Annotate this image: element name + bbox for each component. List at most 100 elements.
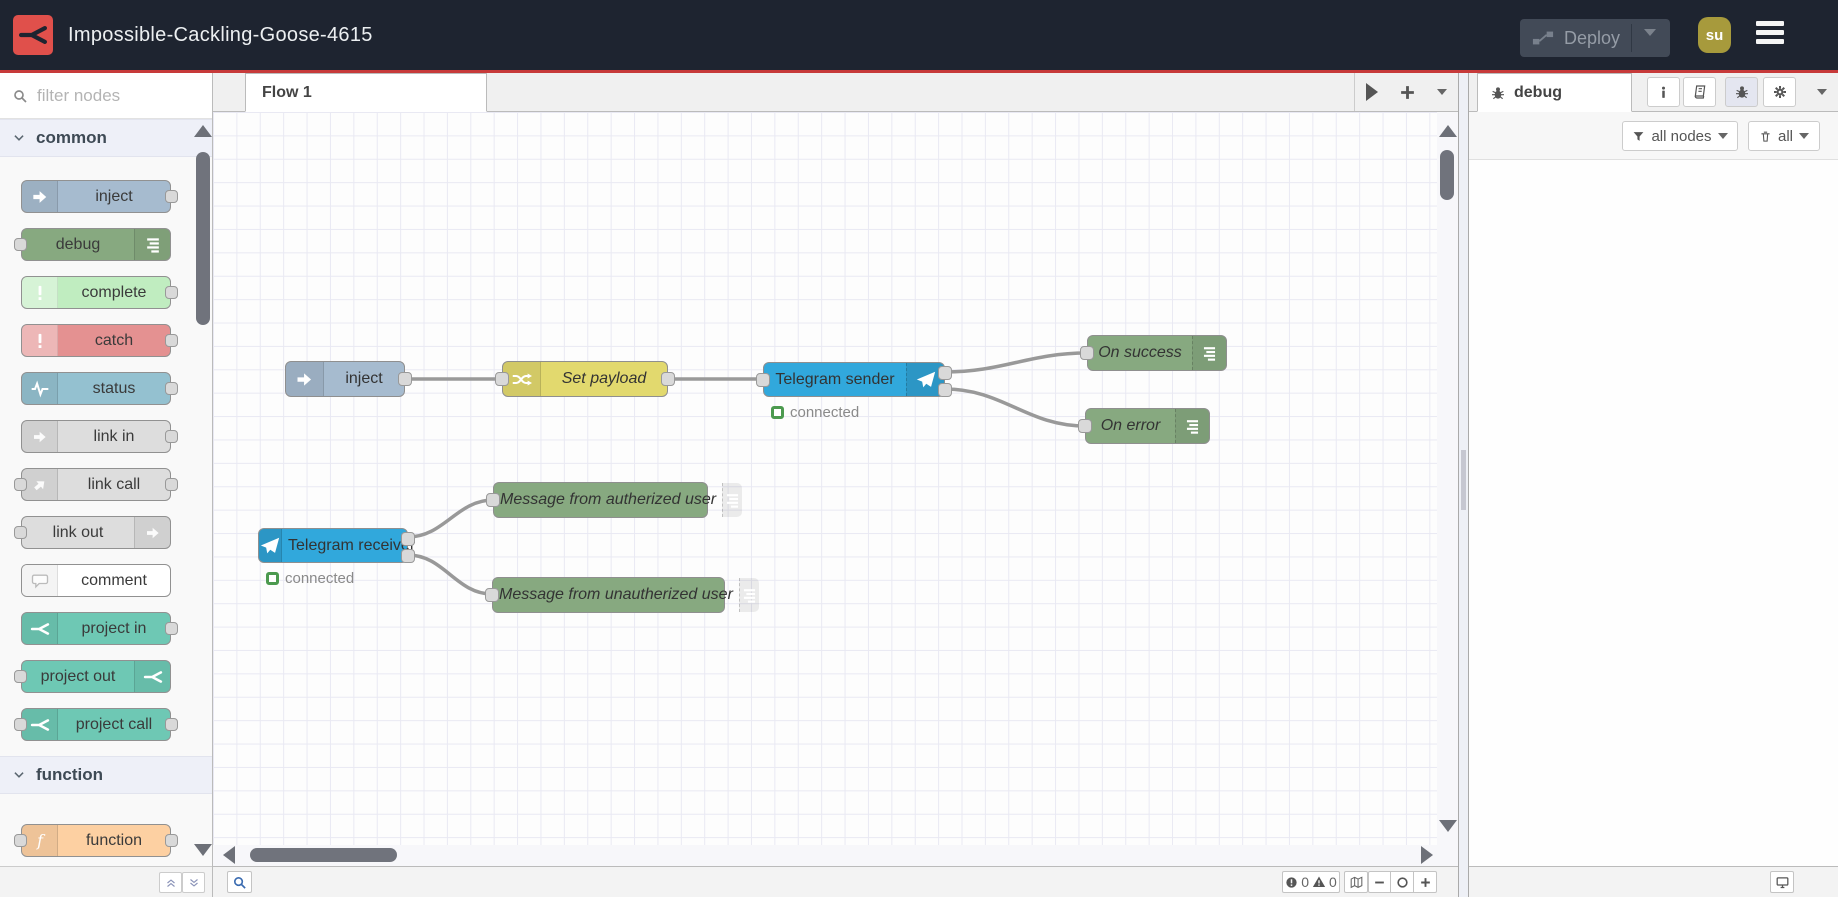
output-port[interactable]: [165, 833, 178, 847]
input-port[interactable]: [14, 833, 27, 847]
flow-list-button[interactable]: [1437, 89, 1448, 95]
flow-node-telegram-receiver[interactable]: Telegram receiver: [258, 528, 415, 563]
palette-node-inject[interactable]: inject: [21, 180, 178, 213]
sidebar-options-button[interactable]: [1817, 89, 1827, 95]
zoom-out-button[interactable]: [1368, 871, 1391, 893]
navigator-button[interactable]: [1344, 871, 1368, 893]
output-port[interactable]: [165, 621, 178, 635]
canvas-scroll-down-arrow[interactable]: [1439, 820, 1457, 832]
canvas-vscrollbar[interactable]: [1437, 112, 1458, 845]
canvas-scroll-left-arrow[interactable]: [223, 846, 235, 864]
input-port[interactable]: [14, 717, 27, 731]
output-port-success[interactable]: [938, 366, 952, 380]
output-port[interactable]: [165, 285, 178, 299]
splitter-grip[interactable]: [1461, 450, 1466, 510]
debug-clear-button[interactable]: all: [1748, 121, 1820, 151]
output-port[interactable]: [165, 717, 178, 731]
output-port[interactable]: [165, 333, 178, 347]
palette-node-comment[interactable]: comment: [21, 564, 171, 597]
tab-flow-1[interactable]: Flow 1: [245, 73, 487, 112]
flow-node-on-success[interactable]: On success: [1080, 335, 1256, 371]
palette-node-project-call[interactable]: project call: [14, 708, 178, 741]
debug-filter-button[interactable]: all nodes: [1622, 121, 1738, 151]
canvas-search-button[interactable]: [227, 871, 252, 893]
input-port[interactable]: [14, 525, 27, 539]
flow-node-telegram-sender[interactable]: Telegram sender: [756, 362, 952, 397]
output-port-error[interactable]: [938, 383, 952, 397]
input-port[interactable]: [1080, 346, 1094, 360]
add-flow-button[interactable]: [1399, 84, 1416, 101]
help-tab-button[interactable]: [1683, 77, 1716, 107]
palette-node-link-in[interactable]: link in: [21, 420, 178, 453]
palette-node-status[interactable]: status: [21, 372, 178, 405]
main-menu-button[interactable]: [1756, 21, 1784, 49]
user-avatar[interactable]: su: [1698, 17, 1731, 53]
output-port[interactable]: [165, 381, 178, 395]
flow-tab-label: Flow 1: [262, 83, 312, 101]
input-port[interactable]: [14, 237, 27, 251]
input-port[interactable]: [14, 669, 27, 683]
flow-node-msg-unauthorized[interactable]: Message from unautherized user: [485, 577, 759, 613]
node-red-logo-glyph: [19, 26, 47, 44]
input-port[interactable]: [14, 477, 27, 491]
input-port[interactable]: [1078, 419, 1092, 433]
flow-canvas[interactable]: inject Set payload Telegram sender conne…: [213, 112, 1458, 845]
palette-node-project-in[interactable]: project in: [21, 612, 178, 645]
palette-node-catch[interactable]: catch: [21, 324, 178, 357]
deploy-button[interactable]: Deploy: [1520, 19, 1670, 57]
palette-scroll-up-arrow[interactable]: [194, 125, 212, 137]
tab-debug[interactable]: debug: [1477, 73, 1632, 112]
collapse-categories-button[interactable]: [159, 872, 182, 893]
debug-tab-button[interactable]: [1725, 77, 1758, 107]
status-ok-icon: [771, 406, 784, 419]
input-port[interactable]: [495, 372, 509, 386]
flow-node-on-error[interactable]: On error: [1078, 408, 1239, 444]
debug-message-list[interactable]: [1469, 160, 1838, 866]
zoom-in-button[interactable]: [1414, 871, 1437, 893]
telegram-plane-icon: [259, 529, 282, 562]
output-port-auth[interactable]: [401, 532, 415, 546]
deploy-options-button[interactable]: [1644, 29, 1656, 54]
palette-footer: [0, 866, 212, 897]
scroll-tabs-right-button[interactable]: [1365, 83, 1378, 101]
output-port[interactable]: [165, 189, 178, 203]
flow-node-set-payload[interactable]: Set payload: [495, 361, 675, 397]
palette-filter-input[interactable]: [35, 84, 185, 107]
notification-counts[interactable]: 0 0: [1282, 871, 1340, 893]
palette-search[interactable]: [0, 73, 212, 119]
flow-node-msg-authorized[interactable]: Message from autherized user: [486, 482, 743, 518]
palette-node-debug[interactable]: debug: [14, 228, 171, 261]
palette-category-function[interactable]: function: [0, 756, 212, 794]
canvas-scroll-right-arrow[interactable]: [1421, 846, 1433, 864]
input-port[interactable]: [485, 588, 499, 602]
output-port[interactable]: [165, 429, 178, 443]
zoom-reset-button[interactable]: [1391, 871, 1414, 893]
sidebar-footer: [1469, 866, 1838, 897]
input-port[interactable]: [756, 372, 770, 387]
output-port[interactable]: [661, 372, 675, 386]
canvas-vscrollbar-thumb[interactable]: [1440, 150, 1454, 200]
palette-scroll-down-arrow[interactable]: [194, 844, 212, 856]
output-port[interactable]: [398, 372, 412, 386]
zoom-controls: [1368, 871, 1437, 893]
canvas-scroll-up-arrow[interactable]: [1439, 125, 1457, 137]
input-port[interactable]: [486, 493, 500, 507]
palette-category-common[interactable]: common: [0, 119, 212, 157]
output-port-unauth[interactable]: [401, 549, 415, 563]
waveform-icon: [22, 373, 58, 404]
palette-node-function[interactable]: f function: [14, 824, 178, 857]
flow-node-inject[interactable]: inject: [259, 361, 412, 397]
output-port[interactable]: [165, 477, 178, 491]
palette-node-complete[interactable]: complete: [21, 276, 178, 309]
canvas-hscrollbar[interactable]: [213, 845, 1458, 866]
palette-node-link-call[interactable]: link call: [14, 468, 178, 501]
open-debug-window-button[interactable]: [1770, 871, 1794, 893]
palette-node-project-out[interactable]: project out: [14, 660, 171, 693]
palette-scrollbar-thumb[interactable]: [196, 152, 210, 325]
sidebar-splitter[interactable]: [1458, 73, 1469, 897]
canvas-hscrollbar-thumb[interactable]: [250, 848, 397, 862]
palette-node-link-out[interactable]: link out: [14, 516, 171, 549]
expand-categories-button[interactable]: [182, 872, 205, 893]
config-tab-button[interactable]: [1763, 77, 1796, 107]
info-tab-button[interactable]: [1647, 77, 1680, 107]
